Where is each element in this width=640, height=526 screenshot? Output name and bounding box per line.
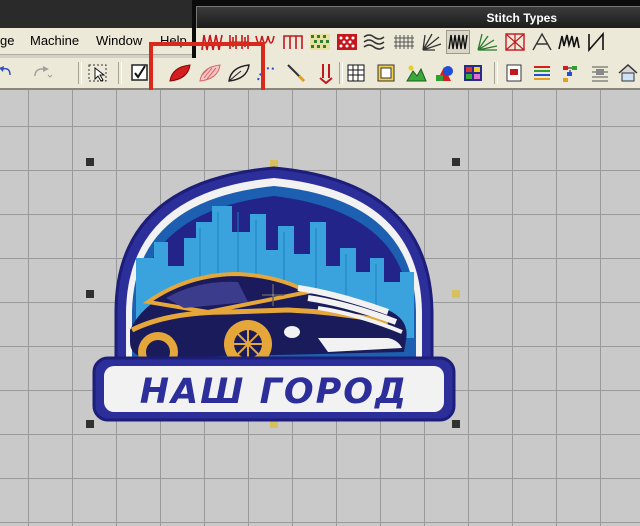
color-sequence-button[interactable] xyxy=(559,61,583,85)
design-canvas[interactable]: НАШ ГОРОД xyxy=(0,90,640,526)
undo-icon xyxy=(0,66,11,76)
net-fill-icon xyxy=(394,35,414,49)
comb-stitch-button[interactable] xyxy=(281,30,305,54)
column-stitch-icon xyxy=(588,32,604,52)
grid-toggle-button[interactable] xyxy=(344,61,368,85)
main-toolbar xyxy=(0,58,640,90)
stitch-marker-button[interactable] xyxy=(314,61,338,85)
color-objects-button[interactable] xyxy=(433,61,457,85)
color-sequence-icon xyxy=(563,66,577,82)
thread-chart-button[interactable] xyxy=(530,61,554,85)
stitch-marker-icon xyxy=(319,64,333,84)
pattern-fill-icon xyxy=(310,34,330,50)
patch-text: НАШ ГОРОД xyxy=(140,372,408,412)
zigzag-fill-button[interactable] xyxy=(446,30,470,54)
application-title-strip-left xyxy=(0,0,192,28)
fan-stitch-icon xyxy=(477,33,498,51)
palette-icon xyxy=(464,65,482,81)
pattern-fill-button[interactable] xyxy=(308,30,332,54)
home-icon xyxy=(618,63,638,82)
cross-hatch-icon xyxy=(505,33,525,51)
fan-stitch-button[interactable] xyxy=(475,30,499,54)
crosshair-cursor-icon xyxy=(262,284,284,306)
needle-icon xyxy=(287,64,306,83)
checkbox-icon xyxy=(131,64,148,81)
redo-button[interactable] xyxy=(30,61,54,85)
cross-fill-icon xyxy=(337,34,357,50)
cross-hatch-button[interactable] xyxy=(503,30,527,54)
menu-item-window[interactable]: Window xyxy=(96,33,142,48)
home-view-button[interactable] xyxy=(616,61,640,85)
stitch-types-titlebar[interactable]: Stitch Types xyxy=(196,6,640,29)
select-object-button[interactable] xyxy=(86,61,110,85)
column-stitch-button[interactable] xyxy=(584,30,608,54)
radial-stitch-icon xyxy=(422,33,442,51)
hoop-frame-icon xyxy=(377,64,395,82)
document-view-icon xyxy=(506,64,522,82)
landscape-icon xyxy=(406,65,427,82)
comb-stitch-icon xyxy=(283,35,303,49)
select-object-icon xyxy=(88,64,107,82)
realistic-view-button[interactable] xyxy=(404,61,428,85)
grid-icon xyxy=(347,64,365,82)
stitch-list-button[interactable] xyxy=(588,61,612,85)
wavy-fill-button[interactable] xyxy=(362,30,386,54)
wavy-fill-icon xyxy=(363,34,385,50)
design-properties-button[interactable] xyxy=(502,61,526,85)
radial-stitch-button[interactable] xyxy=(419,30,443,54)
stitch-list-icon xyxy=(592,66,608,82)
triangle-stitch-button[interactable] xyxy=(530,30,554,54)
triangle-stitch-icon xyxy=(532,32,552,51)
hoop-view-button[interactable] xyxy=(374,61,398,85)
color-palette-button[interactable] xyxy=(461,61,485,85)
color-shapes-icon xyxy=(436,66,453,81)
zigzag-fill-icon xyxy=(448,34,468,50)
menu-item-edit-partial[interactable]: ge xyxy=(0,33,14,48)
jagged-stitch-icon xyxy=(558,34,580,50)
needle-tool-button[interactable] xyxy=(284,61,308,85)
undo-button[interactable] xyxy=(0,61,18,85)
stitch-types-title: Stitch Types xyxy=(486,11,557,25)
menu-item-machine[interactable]: Machine xyxy=(30,33,79,48)
redo-icon xyxy=(34,66,53,78)
thread-list-icon xyxy=(534,66,550,80)
net-fill-button[interactable] xyxy=(392,30,416,54)
jagged-stitch-button[interactable] xyxy=(557,30,581,54)
cross-fill-button[interactable] xyxy=(335,30,359,54)
